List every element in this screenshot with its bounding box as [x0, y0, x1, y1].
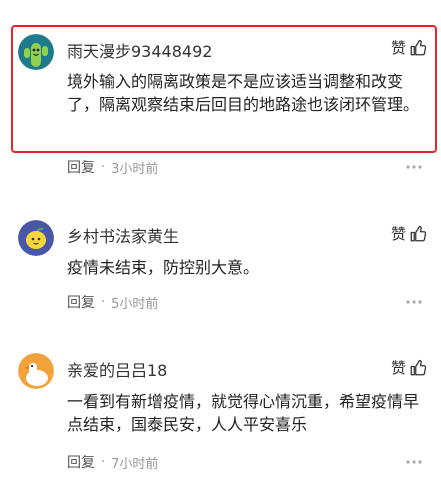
- reply-button[interactable]: 回复: [67, 292, 95, 312]
- username[interactable]: 亲爱的吕吕18: [67, 357, 167, 381]
- reply-button[interactable]: 回复: [67, 157, 95, 177]
- thumbs-up-icon: [410, 225, 427, 241]
- separator: ·: [101, 294, 106, 310]
- reply-button[interactable]: 回复: [67, 452, 95, 472]
- separator: ·: [101, 454, 106, 470]
- timestamp: 3小时前: [111, 161, 159, 177]
- like-label: 赞: [390, 225, 406, 243]
- comment-meta: 回复 · 5小时前: [67, 292, 158, 312]
- comment-meta: 回复 · 3小时前: [67, 157, 158, 177]
- timestamp: 5小时前: [111, 296, 159, 312]
- like-label: 赞: [390, 39, 406, 57]
- comment-text: 境外输入的隔离政策是不是应该适当调整和改变了，隔离观察结束后回目的地路途也该闭环…: [67, 72, 420, 114]
- separator: ·: [101, 159, 106, 175]
- username[interactable]: 雨天漫步93448492: [67, 38, 212, 62]
- comment-meta: 回复 · 7小时前: [67, 452, 158, 472]
- cactus-avatar-icon: [18, 34, 54, 70]
- comment-text: 疫情未结束，防控别大意。: [67, 258, 260, 277]
- like-button[interactable]: 赞: [391, 357, 427, 378]
- like-label: 赞: [390, 359, 406, 377]
- like-button[interactable]: 赞: [391, 37, 427, 58]
- lemon-avatar-icon: [18, 220, 54, 256]
- more-dots-icon[interactable]: [405, 453, 423, 471]
- thumbs-up-icon: [410, 39, 427, 55]
- avatar[interactable]: [18, 353, 54, 389]
- thumbs-up-icon: [410, 359, 427, 375]
- more-dots-icon[interactable]: [405, 293, 423, 311]
- timestamp: 7小时前: [111, 456, 159, 472]
- avatar[interactable]: [18, 34, 54, 70]
- like-button[interactable]: 赞: [391, 223, 427, 244]
- goose-avatar-icon: [18, 353, 54, 389]
- avatar[interactable]: [18, 220, 54, 256]
- more-dots-icon[interactable]: [405, 158, 423, 176]
- comment-text: 一看到有新增疫情，就觉得心情沉重，希望疫情早点结束，国泰民安，人人平安喜乐: [67, 392, 420, 434]
- username[interactable]: 乡村书法家黄生: [67, 223, 179, 247]
